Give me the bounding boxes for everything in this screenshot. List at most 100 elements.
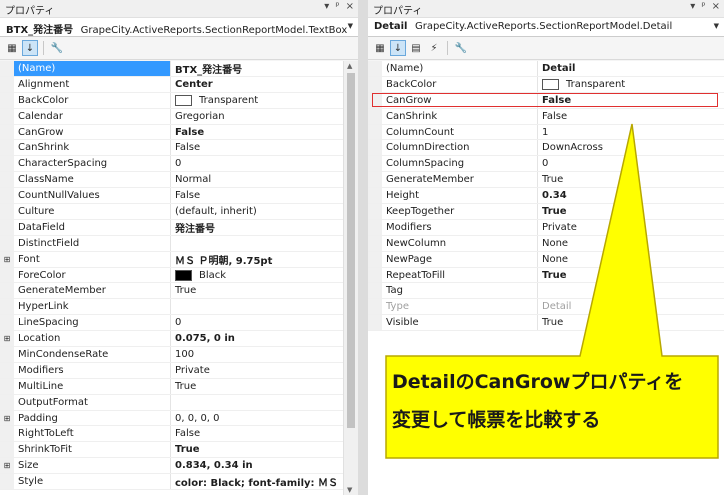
property-row[interactable]: HyperLink	[0, 299, 344, 316]
property-name[interactable]: Size	[14, 458, 171, 474]
pin-icon[interactable]: ᵖ	[701, 1, 705, 12]
property-row[interactable]: BackColor Transparent	[0, 92, 344, 109]
scrollbar-thumb[interactable]	[347, 73, 355, 428]
property-name[interactable]: Modifiers	[14, 362, 171, 378]
property-name[interactable]: CharacterSpacing	[14, 156, 171, 172]
property-value[interactable]: 1	[538, 125, 724, 140]
left-vertical-scrollbar[interactable]: ▲ ▼	[343, 61, 358, 495]
property-name[interactable]: Type	[382, 299, 538, 315]
property-value[interactable]: 0	[171, 315, 344, 330]
categorized-view-icon[interactable]: ▦	[372, 40, 388, 56]
property-row[interactable]: ClassName Normal	[0, 172, 344, 189]
property-name[interactable]: CanGrow	[14, 124, 171, 140]
property-name[interactable]: Tag	[382, 283, 538, 299]
property-name[interactable]: LineSpacing	[14, 315, 171, 331]
property-row[interactable]: MultiLine True	[0, 378, 344, 395]
close-icon[interactable]: ×	[346, 1, 354, 12]
property-name[interactable]: ClassName	[14, 172, 171, 188]
property-row[interactable]: RepeatToFill True	[368, 267, 724, 284]
property-value[interactable]: None	[538, 252, 724, 267]
property-name[interactable]: Culture	[14, 204, 171, 219]
property-row[interactable]: ColumnCount 1	[368, 124, 724, 141]
property-pages-icon[interactable]: 🔧	[49, 40, 65, 56]
property-name[interactable]: ColumnCount	[382, 124, 538, 140]
property-row[interactable]: CharacterSpacing 0	[0, 156, 344, 173]
chevron-down-icon[interactable]: ▼	[714, 22, 719, 30]
property-row[interactable]: NewColumn None	[368, 235, 724, 252]
property-value[interactable]: 0	[538, 156, 724, 171]
property-name[interactable]: DistinctField	[14, 235, 171, 251]
events-lightning-icon[interactable]: ⚡	[426, 40, 442, 56]
property-value[interactable]: Transparent	[171, 93, 344, 108]
property-name[interactable]: Font	[14, 251, 171, 267]
property-value[interactable]: DownAcross	[538, 140, 724, 155]
property-name[interactable]: CanGrow	[382, 92, 538, 108]
property-name[interactable]: Height	[382, 188, 538, 204]
property-name[interactable]: RightToLeft	[14, 426, 171, 442]
alphabetical-sort-icon[interactable]: ↓	[22, 40, 38, 56]
property-value[interactable]: Normal	[171, 172, 344, 187]
property-value[interactable]: False	[171, 140, 344, 155]
property-row[interactable]: Visible True	[368, 315, 724, 332]
property-row[interactable]: ⊞ Location 0.075, 0 in	[0, 331, 344, 348]
property-value[interactable]: 0	[171, 156, 344, 171]
property-value[interactable]: False	[171, 426, 344, 441]
expand-icon[interactable]: ⊞	[0, 251, 14, 267]
property-value[interactable]: False	[171, 188, 344, 203]
property-value[interactable]: True	[538, 204, 724, 219]
property-name[interactable]: RepeatToFill	[382, 267, 538, 283]
property-value[interactable]: True	[171, 283, 344, 298]
close-icon[interactable]: ×	[712, 1, 720, 12]
property-value[interactable]: 0, 0, 0, 0	[171, 411, 344, 426]
property-value[interactable]: 100	[171, 347, 344, 362]
scroll-down-icon[interactable]: ▼	[347, 486, 352, 494]
property-name[interactable]: Padding	[14, 410, 171, 426]
property-value[interactable]: False	[538, 109, 724, 124]
property-value[interactable]: True	[171, 442, 344, 457]
property-name[interactable]: OutputFormat	[14, 394, 171, 410]
property-row[interactable]: DataField 発注番号	[0, 219, 344, 236]
property-row[interactable]: Height 0.34	[368, 188, 724, 205]
property-row[interactable]: BackColor Transparent	[368, 76, 724, 93]
properties-view-icon[interactable]: ▤	[408, 40, 424, 56]
property-value[interactable]	[538, 283, 724, 298]
property-value[interactable]: 0.075, 0 in	[171, 331, 344, 346]
property-value[interactable]: None	[538, 236, 724, 251]
property-row[interactable]: Tag	[368, 283, 724, 300]
scroll-up-icon[interactable]: ▲	[347, 62, 352, 70]
property-row[interactable]: Stylecolor: Black; font-family: ＭＳ Ｐ明朝	[0, 474, 344, 491]
property-value[interactable]: color: Black; font-family: ＭＳ Ｐ明朝	[171, 474, 344, 489]
property-value[interactable]: Detail	[538, 299, 724, 314]
expand-icon[interactable]: ⊞	[0, 458, 14, 474]
chevron-down-icon[interactable]: ▼	[348, 22, 353, 30]
expand-icon[interactable]: ⊞	[0, 410, 14, 426]
property-row[interactable]: NewPage None	[368, 251, 724, 268]
property-row[interactable]: (Name) Detail	[368, 61, 724, 77]
property-name[interactable]: CanShrink	[14, 140, 171, 156]
property-row[interactable]: CanGrow False	[368, 92, 724, 109]
property-row[interactable]: Alignment Center	[0, 76, 344, 93]
property-row[interactable]: Culture (default, inherit)	[0, 204, 344, 220]
property-row[interactable]: ⊞ Font ＭＳ Ｐ明朝, 9.75pt	[0, 251, 344, 268]
property-name[interactable]: CountNullValues	[14, 188, 171, 204]
property-row[interactable]: KeepTogether True	[368, 204, 724, 220]
property-name[interactable]: ColumnDirection	[382, 140, 538, 156]
property-value[interactable]: ＭＳ Ｐ明朝, 9.75pt	[171, 252, 344, 267]
property-pages-icon[interactable]: 🔧	[453, 40, 469, 56]
property-row[interactable]: OutputFormat	[0, 394, 344, 411]
property-name[interactable]: MinCondenseRate	[14, 347, 171, 362]
property-row[interactable]: GenerateMember True	[368, 172, 724, 189]
property-value[interactable]	[171, 395, 344, 410]
property-row[interactable]: ShrinkToFit True	[0, 442, 344, 459]
pin-icon[interactable]: ᵖ	[335, 1, 339, 12]
property-value[interactable]: True	[538, 268, 724, 283]
property-name[interactable]: ForeColor	[14, 267, 171, 283]
property-name[interactable]: ShrinkToFit	[14, 442, 171, 458]
property-row[interactable]: DistinctField	[0, 235, 344, 252]
property-value[interactable]: False	[171, 125, 344, 140]
property-name[interactable]: Style	[14, 474, 171, 490]
dropdown-icon[interactable]: ▾	[690, 1, 695, 12]
property-name[interactable]: NewColumn	[382, 235, 538, 251]
property-row[interactable]: ⊞ Padding 0, 0, 0, 0	[0, 410, 344, 427]
property-value[interactable]: 発注番号	[171, 220, 344, 235]
